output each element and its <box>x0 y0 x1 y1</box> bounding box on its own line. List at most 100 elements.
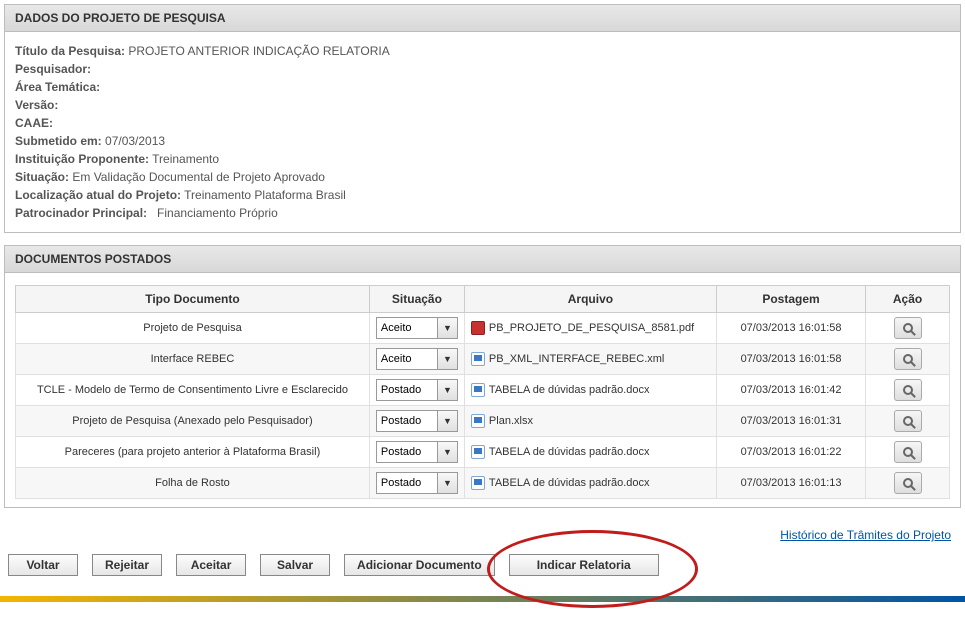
acao-cell <box>866 437 950 468</box>
submetido-value: 07/03/2013 <box>105 134 165 148</box>
tipo-cell: TCLE - Modelo de Termo de Consentimento … <box>16 375 370 406</box>
view-button[interactable] <box>894 348 922 370</box>
versao-label: Versão: <box>15 98 58 112</box>
docx-file-icon <box>471 445 485 459</box>
acao-cell <box>866 468 950 499</box>
col-postagem: Postagem <box>716 286 865 313</box>
button-bar: Voltar Rejeitar Aceitar Salvar Adicionar… <box>0 550 965 586</box>
voltar-button[interactable]: Voltar <box>8 554 78 576</box>
situacao-input[interactable] <box>376 317 438 339</box>
pdf-file-icon <box>471 321 485 335</box>
project-data-panel: DADOS DO PROJETO DE PESQUISA Título da P… <box>4 4 961 233</box>
salvar-button[interactable]: Salvar <box>260 554 330 576</box>
instituicao-label: Instituição Proponente: <box>15 152 149 166</box>
postagem-cell: 07/03/2013 16:01:13 <box>716 468 865 499</box>
arquivo-cell: TABELA de dúvidas padrão.docx <box>464 375 716 406</box>
view-button[interactable] <box>894 317 922 339</box>
project-data-body: Título da Pesquisa: PROJETO ANTERIOR IND… <box>5 32 960 232</box>
col-situacao: Situação <box>369 286 464 313</box>
chevron-down-icon[interactable]: ▼ <box>438 441 458 463</box>
situacao-input[interactable] <box>376 379 438 401</box>
situacao-input[interactable] <box>376 441 438 463</box>
xml-file-icon <box>471 352 485 366</box>
situacao-cell: ▼ <box>369 468 464 499</box>
arquivo-filename: TABELA de dúvidas padrão.docx <box>489 384 650 396</box>
docx-file-icon <box>471 383 485 397</box>
situacao-label: Situação: <box>15 170 69 184</box>
arquivo-filename: TABELA de dúvidas padrão.docx <box>489 477 650 489</box>
chevron-down-icon[interactable]: ▼ <box>438 348 458 370</box>
view-button[interactable] <box>894 410 922 432</box>
arquivo-cell: Plan.xlsx <box>464 406 716 437</box>
postagem-cell: 07/03/2013 16:01:22 <box>716 437 865 468</box>
aceitar-button[interactable]: Aceitar <box>176 554 246 576</box>
history-link[interactable]: Histórico de Trâmites do Projeto <box>780 528 951 542</box>
acao-cell <box>866 406 950 437</box>
situacao-input[interactable] <box>376 348 438 370</box>
documents-header: DOCUMENTOS POSTADOS <box>5 246 960 273</box>
arquivo-filename: PB_PROJETO_DE_PESQUISA_8581.pdf <box>489 322 694 334</box>
chevron-down-icon[interactable]: ▼ <box>438 410 458 432</box>
magnify-icon <box>903 416 913 426</box>
table-row: Projeto de Pesquisa (Anexado pelo Pesqui… <box>16 406 950 437</box>
docx-file-icon <box>471 476 485 490</box>
arquivo-cell: TABELA de dúvidas padrão.docx <box>464 468 716 499</box>
patrocinador-value: Financiamento Próprio <box>157 206 278 220</box>
view-button[interactable] <box>894 472 922 494</box>
caae-label: CAAE: <box>15 116 53 130</box>
highlight-oval-annotation: Indicar Relatoria <box>509 554 659 576</box>
chevron-down-icon[interactable]: ▼ <box>438 317 458 339</box>
rejeitar-button[interactable]: Rejeitar <box>92 554 162 576</box>
view-button[interactable] <box>894 441 922 463</box>
col-tipo: Tipo Documento <box>16 286 370 313</box>
magnify-icon <box>903 354 913 364</box>
instituicao-value: Treinamento <box>152 152 219 166</box>
tipo-cell: Pareceres (para projeto anterior à Plata… <box>16 437 370 468</box>
table-row: Projeto de Pesquisa ▼ PB_PROJETO_DE_PESQUI… <box>16 313 950 344</box>
postagem-cell: 07/03/2013 16:01:42 <box>716 375 865 406</box>
tipo-cell: Folha de Rosto <box>16 468 370 499</box>
arquivo-cell: PB_XML_INTERFACE_REBEC.xml <box>464 344 716 375</box>
submetido-label: Submetido em: <box>15 134 102 148</box>
situacao-input[interactable] <box>376 472 438 494</box>
documents-table: Tipo Documento Situação Arquivo Postagem… <box>15 285 950 499</box>
situacao-value: Em Validação Documental de Projeto Aprov… <box>72 170 325 184</box>
project-data-header: DADOS DO PROJETO DE PESQUISA <box>5 5 960 32</box>
localizacao-label: Localização atual do Projeto: <box>15 188 181 202</box>
patrocinador-label: Patrocinador Principal: <box>15 206 147 220</box>
table-row: Pareceres (para projeto anterior à Plata… <box>16 437 950 468</box>
acao-cell <box>866 313 950 344</box>
postagem-cell: 07/03/2013 16:01:31 <box>716 406 865 437</box>
pesquisador-label: Pesquisador: <box>15 62 91 76</box>
view-button[interactable] <box>894 379 922 401</box>
situacao-cell: ▼ <box>369 375 464 406</box>
xlsx-file-icon <box>471 414 485 428</box>
titulo-value: PROJETO ANTERIOR INDICAÇÃO RELATORIA <box>128 44 389 58</box>
chevron-down-icon[interactable]: ▼ <box>438 379 458 401</box>
localizacao-value: Treinamento Plataforma Brasil <box>184 188 346 202</box>
acao-cell <box>866 375 950 406</box>
col-arquivo: Arquivo <box>464 286 716 313</box>
situacao-input[interactable] <box>376 410 438 432</box>
documents-panel: DOCUMENTOS POSTADOS Tipo Documento Situa… <box>4 245 961 508</box>
magnify-icon <box>903 447 913 457</box>
magnify-icon <box>903 323 913 333</box>
chevron-down-icon[interactable]: ▼ <box>438 472 458 494</box>
postagem-cell: 07/03/2013 16:01:58 <box>716 344 865 375</box>
indicar-relatoria-button[interactable]: Indicar Relatoria <box>509 554 659 576</box>
situacao-cell: ▼ <box>369 344 464 375</box>
table-row: Folha de Rosto ▼ TABELA de dúvidas padrão.… <box>16 468 950 499</box>
magnify-icon <box>903 478 913 488</box>
arquivo-filename: TABELA de dúvidas padrão.docx <box>489 446 650 458</box>
area-label: Área Temática: <box>15 80 100 94</box>
acao-cell <box>866 344 950 375</box>
titulo-label: Título da Pesquisa: <box>15 44 125 58</box>
bottom-gradient-bar <box>0 596 965 602</box>
col-acao: Ação <box>866 286 950 313</box>
arquivo-cell: TABELA de dúvidas padrão.docx <box>464 437 716 468</box>
arquivo-cell: PB_PROJETO_DE_PESQUISA_8581.pdf <box>464 313 716 344</box>
adicionar-documento-button[interactable]: Adicionar Documento <box>344 554 495 576</box>
tipo-cell: Projeto de Pesquisa <box>16 313 370 344</box>
situacao-cell: ▼ <box>369 313 464 344</box>
tipo-cell: Projeto de Pesquisa (Anexado pelo Pesqui… <box>16 406 370 437</box>
